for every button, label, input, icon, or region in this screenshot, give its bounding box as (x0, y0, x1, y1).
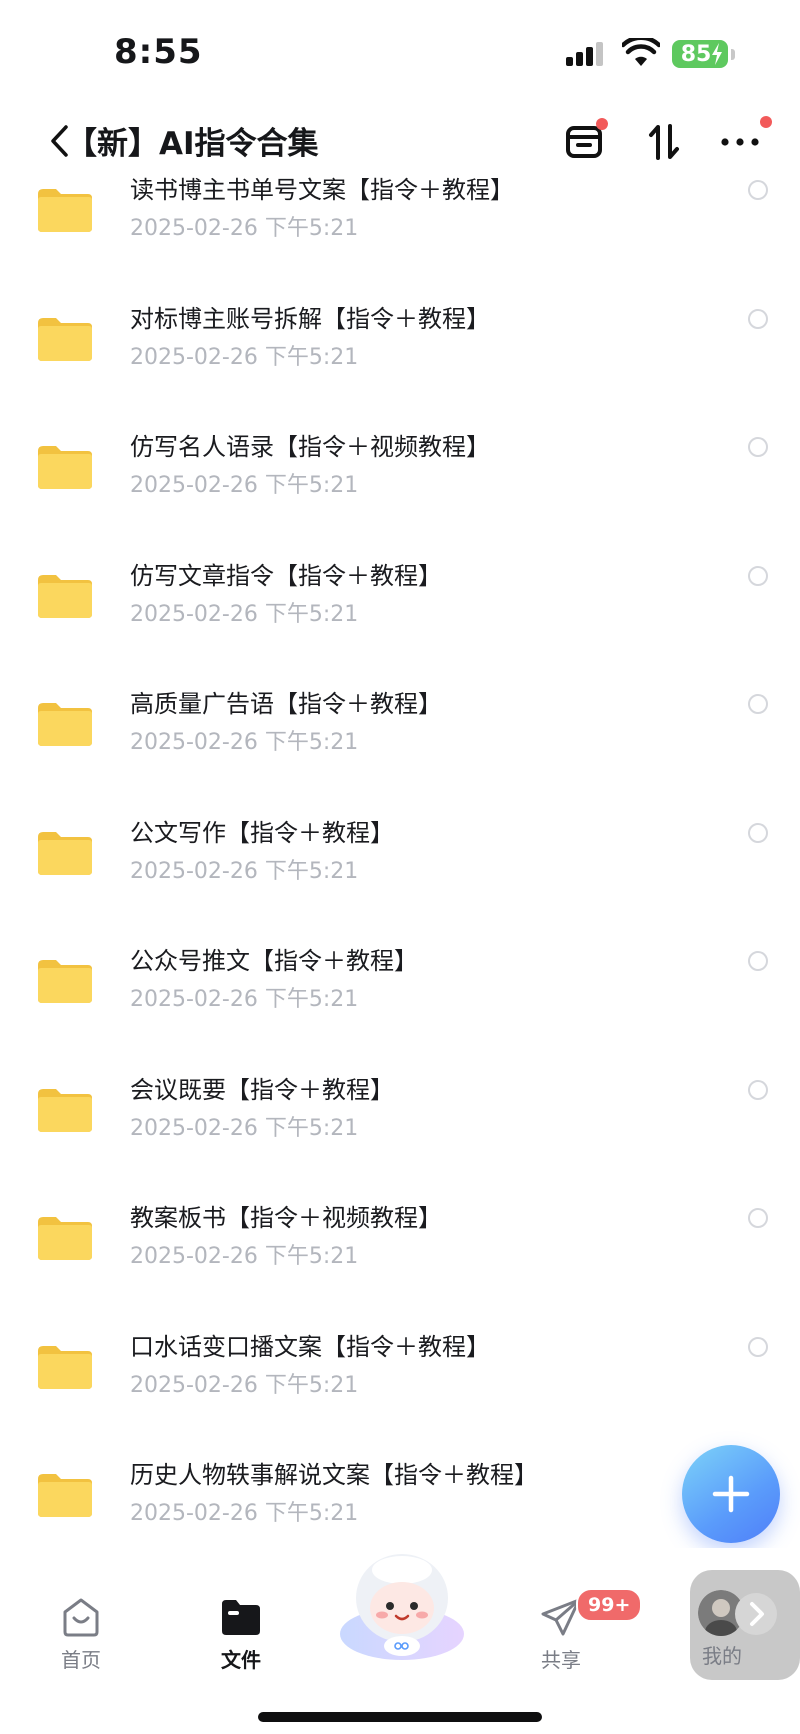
file-date: 2025-02-26 下午5:21 (130, 344, 359, 370)
folder-icon (38, 446, 92, 489)
file-name: 读书博主书单号文案【指令＋教程】 (130, 176, 514, 204)
file-row[interactable]: 读书博主书单号文案【指令＋教程】 2025-02-26 下午5:21 (0, 170, 800, 298)
file-date: 2025-02-26 下午5:21 (130, 216, 359, 241)
recycle-bin-button[interactable] (562, 118, 608, 164)
file-name: 会议既要【指令＋教程】 (130, 1075, 394, 1104)
file-name: 历史人物轶事解说文案【指令＋教程】 (130, 1461, 538, 1489)
file-name: 仿写文章指令【指令＋教程】 (130, 561, 442, 590)
select-radio[interactable] (748, 180, 768, 200)
select-radio[interactable] (748, 308, 768, 329)
chevron-right-icon (735, 1593, 777, 1635)
tab-share-label: 共享 (541, 1648, 581, 1672)
file-date: 2025-02-26 下午5:21 (130, 1115, 359, 1141)
select-radio[interactable] (748, 822, 768, 843)
add-button[interactable] (682, 1445, 780, 1543)
folder-icon (38, 574, 92, 618)
select-radio[interactable] (748, 565, 768, 586)
status-time: 8:55 (114, 32, 203, 72)
ai-assistant-mascot-icon[interactable] (332, 1548, 472, 1668)
file-row[interactable]: 仿写文章指令【指令＋教程】 2025-02-26 下午5:21 (0, 556, 800, 684)
file-name: 公文写作【指令＋教程】 (130, 818, 394, 847)
tab-mine-label: 我的 (702, 1644, 742, 1668)
folder-icon (38, 1088, 92, 1132)
file-row[interactable]: 教案板书【指令＋视频教程】 2025-02-26 下午5:21 (0, 1198, 800, 1326)
battery-indicator: 85 (672, 40, 728, 68)
more-button[interactable] (718, 116, 772, 164)
tab-home-label: 首页 (61, 1648, 101, 1672)
folder-tab-icon (222, 1600, 260, 1635)
folder-icon (38, 1345, 92, 1389)
file-row[interactable]: 公文写作【指令＋教程】 2025-02-26 下午5:21 (0, 813, 800, 941)
file-date: 2025-02-26 下午5:21 (130, 473, 359, 498)
notification-dot (596, 118, 608, 130)
select-radio[interactable] (748, 951, 768, 971)
file-name: 教案板书【指令＋视频教程】 (130, 1204, 442, 1232)
tab-home[interactable]: 首页 (36, 1596, 126, 1673)
battery-cap (731, 49, 735, 60)
folder-icon (38, 960, 92, 1003)
file-date: 2025-02-26 下午5:21 (130, 1244, 359, 1269)
select-radio[interactable] (748, 1336, 768, 1357)
sort-button[interactable] (642, 120, 686, 164)
file-date: 2025-02-26 下午5:21 (130, 1372, 359, 1398)
select-radio[interactable] (748, 694, 768, 714)
nav-bar: 【新】AI指令合集 (0, 110, 800, 170)
folder-icon (38, 1217, 92, 1260)
file-name: 仿写名人语录【指令＋视频教程】 (130, 433, 490, 461)
folder-icon (38, 1474, 92, 1517)
file-name: 公众号推文【指令＋教程】 (130, 947, 418, 975)
file-date: 2025-02-26 下午5:21 (130, 730, 359, 755)
file-row[interactable]: 对标博主账号拆解【指令＋教程】 2025-02-26 下午5:21 (0, 299, 800, 427)
sort-arrows-icon (649, 124, 679, 160)
notification-dot (760, 116, 772, 128)
folder-icon (38, 831, 92, 875)
folder-icon (38, 317, 92, 361)
file-name: 高质量广告语【指令＋教程】 (130, 690, 442, 718)
cellular-signal-icon (566, 42, 603, 66)
select-radio[interactable] (748, 1208, 768, 1228)
home-icon (63, 1598, 99, 1637)
file-date: 2025-02-26 下午5:21 (130, 1501, 359, 1526)
file-date: 2025-02-26 下午5:21 (130, 858, 359, 884)
tab-mine[interactable]: 我的 (690, 1570, 800, 1680)
tab-files[interactable]: 文件 (196, 1596, 286, 1673)
tab-bar: 首页 文件 共享 99+ 我的 (0, 1548, 800, 1734)
plus-icon (712, 1475, 750, 1513)
folder-icon (38, 189, 92, 232)
more-dots-icon (721, 138, 759, 146)
file-row[interactable]: 会议既要【指令＋教程】 2025-02-26 下午5:21 (0, 1070, 800, 1198)
file-row[interactable]: 历史人物轶事解说文案【指令＋教程】 2025-02-26 下午5:21 (0, 1455, 800, 1530)
file-row[interactable]: 公众号推文【指令＋教程】 2025-02-26 下午5:21 (0, 941, 800, 1069)
share-count-badge: 99+ (576, 1588, 643, 1622)
file-row[interactable]: 仿写名人语录【指令＋视频教程】 2025-02-26 下午5:21 (0, 427, 800, 555)
file-name: 口水话变口播文案【指令＋教程】 (130, 1332, 490, 1361)
file-row[interactable]: 口水话变口播文案【指令＋教程】 2025-02-26 下午5:21 (0, 1327, 800, 1455)
home-indicator (258, 1712, 542, 1722)
wifi-icon (622, 38, 660, 66)
file-name: 对标博主账号拆解【指令＋教程】 (130, 304, 490, 333)
file-date: 2025-02-26 下午5:21 (130, 601, 359, 627)
select-radio[interactable] (748, 437, 768, 457)
file-date: 2025-02-26 下午5:21 (130, 987, 359, 1012)
file-list: 读书博主书单号文案【指令＋教程】 2025-02-26 下午5:21 对标博主账号拆… (0, 170, 800, 1530)
status-bar: 8:55 85 (0, 0, 800, 100)
file-row[interactable]: 高质量广告语【指令＋教程】 2025-02-26 下午5:21 (0, 684, 800, 812)
folder-icon (38, 703, 92, 746)
archive-box-icon (566, 126, 602, 158)
select-radio[interactable] (748, 1079, 768, 1100)
page-title[interactable]: 【新】AI指令合集 (66, 118, 319, 163)
charging-bolt-icon (712, 43, 722, 65)
tab-files-label: 文件 (221, 1648, 261, 1672)
battery-level: 85 (680, 41, 712, 67)
